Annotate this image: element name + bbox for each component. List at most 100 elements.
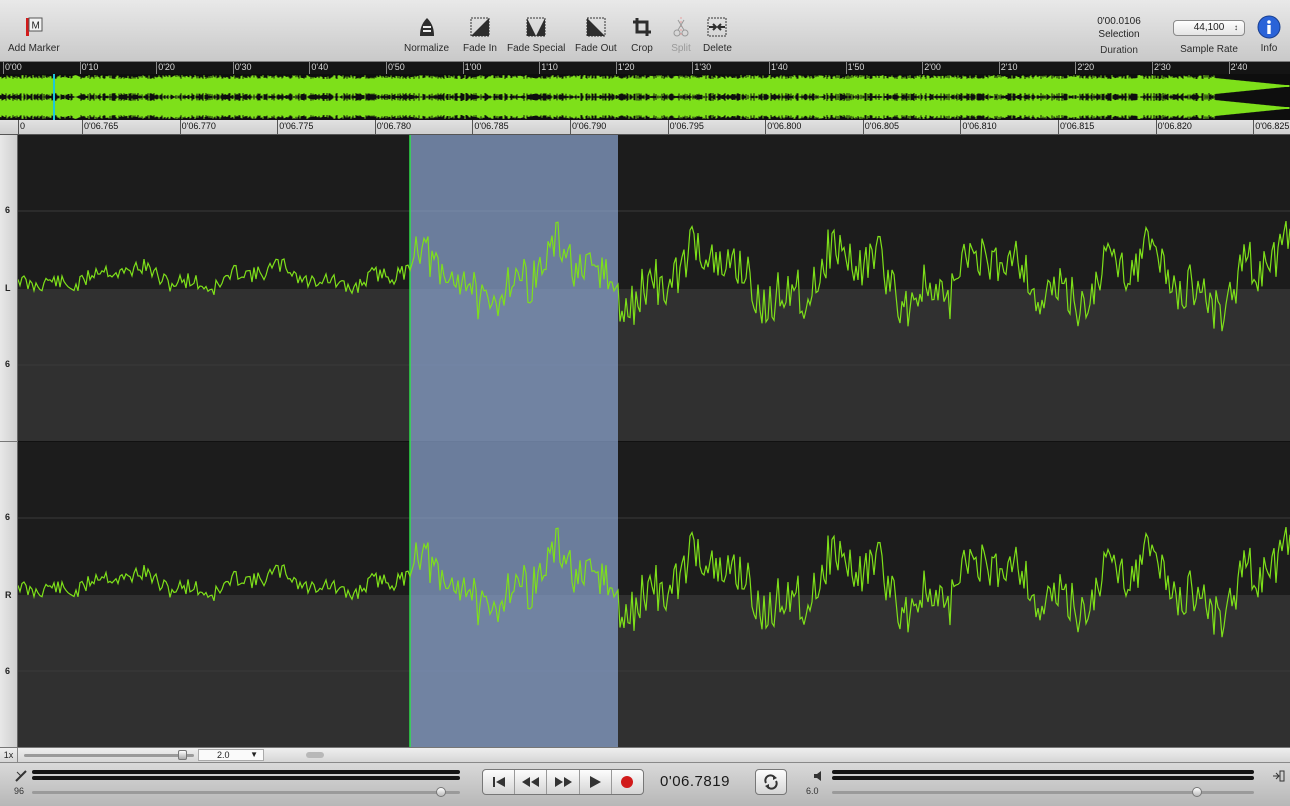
crop-button[interactable]: Crop	[629, 14, 655, 54]
overview-tick-label: 2'20	[1077, 62, 1095, 72]
record-button[interactable]	[612, 770, 643, 794]
play-icon	[590, 776, 602, 788]
detail-tick-label: 0'06.785	[474, 121, 509, 131]
fast-forward-icon	[555, 777, 572, 787]
detail-tick	[179, 120, 181, 134]
info-button[interactable]: Info	[1256, 14, 1282, 54]
output-route-icon[interactable]	[1272, 769, 1286, 783]
overview-tick	[1152, 62, 1153, 74]
detail-tick	[82, 120, 83, 134]
overview-tick	[922, 62, 924, 74]
fade-in-button[interactable]: Fade In	[463, 14, 497, 54]
overview-tick	[615, 62, 617, 74]
normalize-icon	[414, 14, 440, 40]
detail-time-ruler[interactable]: 0 0'06.765 0'06.770 0'06.775 0'06.780 0'06.78…	[0, 120, 1290, 135]
input-meter-left	[32, 770, 460, 774]
detail-tick-label: 0'06.775	[279, 121, 314, 131]
overview-tick	[386, 62, 387, 74]
overview-tick	[3, 62, 4, 74]
rewind-button[interactable]	[515, 770, 548, 794]
fade-out-button[interactable]: Fade Out	[575, 14, 617, 54]
overview-tick-label: 2'40	[1230, 62, 1248, 72]
selection-duration-value: 0'00.0106	[1097, 16, 1141, 27]
overview-tick	[998, 62, 1000, 74]
detail-tick	[667, 120, 669, 134]
sample-rate-select[interactable]: 44,100 ↕	[1173, 20, 1245, 36]
selection-region[interactable]	[410, 135, 618, 747]
overview-time-ruler[interactable]: 0'00 0'10 0'20 0'30 0'40 0'50 1'00 1'10 1'20 1'30…	[0, 62, 1290, 74]
detail-tick-label: 0'06.770	[181, 121, 216, 131]
zoom-1x-button[interactable]: 1x	[0, 748, 18, 762]
add-marker-label: Add Marker	[8, 43, 60, 54]
sample-rate-value: 44,100	[1193, 22, 1225, 33]
detail-tick	[960, 120, 962, 134]
transport-controls	[482, 769, 644, 795]
go-to-start-button[interactable]	[483, 770, 516, 794]
overview-tick	[309, 62, 311, 74]
overview-tick	[692, 62, 694, 74]
detail-tick	[18, 120, 19, 134]
output-level-slider[interactable]	[832, 791, 1254, 794]
delete-button[interactable]: Delete	[703, 14, 732, 54]
overview-tick	[79, 62, 81, 74]
add-marker-button[interactable]: M Add Marker	[8, 14, 60, 54]
normalize-button[interactable]: Normalize	[404, 14, 449, 54]
detail-tick	[862, 120, 864, 134]
overview-tick-label: 1'20	[617, 62, 635, 72]
output-level-value: 6.0	[806, 786, 819, 796]
overview-tick	[1075, 62, 1077, 74]
left-channel-label: L	[5, 283, 11, 293]
input-level-knob[interactable]	[436, 787, 446, 797]
detail-tick-label: 0'06.780	[376, 121, 412, 131]
fade-special-icon	[523, 14, 549, 40]
overview-waveform-left	[0, 75, 1290, 97]
overview-tick-label: 1'00	[464, 62, 482, 72]
overview-waveform[interactable]	[0, 74, 1290, 120]
info-label: Info	[1260, 43, 1278, 54]
zoom-slider-track[interactable]	[24, 754, 194, 757]
overview-playhead[interactable]	[53, 74, 55, 120]
detail-tick	[765, 120, 767, 134]
fade-out-icon	[583, 14, 609, 40]
right-level-label-top: 6	[5, 512, 11, 522]
detail-tick-label: 0'06.800	[767, 121, 802, 131]
time-display: 0'06.7819	[660, 773, 730, 790]
mic-input-icon	[14, 769, 28, 783]
duration-label: Duration	[1100, 45, 1138, 56]
detail-tick	[570, 120, 571, 134]
output-level-knob[interactable]	[1192, 787, 1202, 797]
detail-tick-label: 0	[20, 121, 26, 131]
delete-icon	[704, 14, 730, 40]
detail-tick	[1253, 120, 1255, 134]
waveform-editor[interactable]	[17, 135, 1290, 747]
overview-tick-label: 0'00	[5, 62, 22, 72]
fade-special-button[interactable]: Fade Special	[507, 14, 565, 54]
overview-tick-label: 1'10	[541, 62, 558, 72]
left-level-label-top: 6	[5, 205, 11, 215]
detail-tick-label: 0'06.825	[1255, 121, 1290, 131]
overview-tick-label: 1'40	[771, 62, 788, 72]
overview-tick-label: 0'20	[158, 62, 175, 72]
channel-gutter: 6 L 6 6 R 6	[0, 135, 18, 747]
detail-tick-label: 0'06.810	[962, 121, 997, 131]
input-level-slider[interactable]	[32, 791, 460, 794]
split-button[interactable]: Split	[668, 14, 694, 54]
loop-button[interactable]	[755, 769, 787, 795]
play-button[interactable]	[580, 770, 612, 794]
split-label: Split	[671, 43, 691, 54]
detail-tick-label: 0'06.765	[84, 121, 119, 131]
overview-tick-label: 2'30	[1154, 62, 1171, 72]
detail-tick-label: 0'06.805	[864, 121, 900, 131]
overview-tick-label: 1'30	[694, 62, 712, 72]
zoom-slider-knob[interactable]	[178, 750, 187, 760]
overview-tick	[462, 62, 464, 74]
zoom-factor-select[interactable]: 2.0 ▼	[198, 749, 264, 761]
horizontal-scroll-thumb[interactable]	[306, 752, 324, 758]
fast-forward-button[interactable]	[547, 770, 580, 794]
right-channel-label: R	[5, 590, 12, 600]
left-level-label-bottom: 6	[5, 359, 11, 369]
detail-tick-label: 0'06.795	[669, 121, 704, 131]
overview-tick-label: 2'10	[1000, 62, 1018, 72]
overview-tick	[1228, 62, 1230, 74]
overview-waveform-right	[0, 97, 1290, 119]
